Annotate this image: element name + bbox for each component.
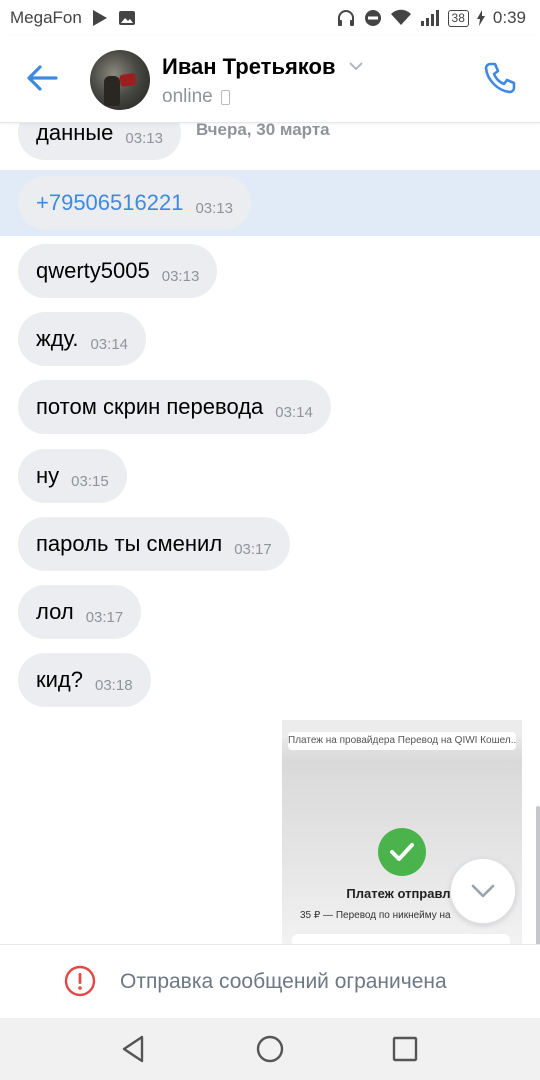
message-time: 03:13 — [195, 199, 233, 217]
play-store-icon — [92, 10, 107, 26]
charging-icon — [476, 10, 485, 26]
gallery-icon — [118, 11, 135, 25]
attachment-panel — [292, 934, 510, 944]
recent-apps-icon[interactable] — [387, 1031, 423, 1067]
message-row[interactable]: лол 03:17 — [0, 585, 540, 639]
message-time: 03:15 — [71, 472, 109, 490]
message-list[interactable]: данные 03:13 Вчера, 30 марта +7950651622… — [0, 122, 540, 944]
message-bubble[interactable]: qwerty5005 03:13 — [18, 244, 218, 298]
message-time: 03:14 — [90, 335, 129, 353]
message-time: 03:13 — [125, 129, 163, 147]
message-time: 03:17 — [85, 608, 124, 626]
message-bubble[interactable]: жду. 03:14 — [18, 312, 147, 366]
phone-call-icon[interactable] — [482, 60, 518, 96]
message-text: данные — [36, 122, 114, 145]
avatar[interactable] — [90, 50, 150, 110]
headphones-icon — [337, 10, 354, 26]
message-row[interactable]: ну 03:15 — [0, 449, 540, 503]
do-not-disturb-icon — [364, 10, 381, 26]
message-time: 03:17 — [234, 540, 272, 558]
attachment-subtitle: 35 ₽ — Перевод по никнейму на — [300, 910, 451, 921]
message-bubble[interactable]: +79506516221 03:13 — [18, 176, 251, 230]
carrier-label: MegaFon — [10, 8, 82, 27]
restriction-bar: Отправка сообщений ограничена — [0, 944, 540, 1019]
message-text: ну — [36, 463, 60, 488]
message-bubble[interactable]: кид? 03:18 — [18, 653, 151, 707]
warning-icon — [64, 965, 96, 997]
message-row[interactable]: пароль ты сменил 03:17 — [0, 517, 540, 571]
message-text: кид? — [36, 667, 83, 692]
battery-indicator: 38 — [447, 9, 469, 27]
message-row[interactable]: кид? 03:18 — [0, 653, 540, 707]
message-time: 03:18 — [95, 676, 133, 694]
message-text: qwerty5005 — [36, 258, 150, 283]
attachment-provider-card: Платеж на провайдера Перевод на QIWI Кош… — [288, 732, 516, 750]
message-bubble[interactable]: потом скрин перевода 03:14 — [18, 380, 331, 434]
message-row[interactable]: данные 03:13 Вчера, 30 марта — [0, 122, 540, 160]
back-icon[interactable] — [116, 1031, 152, 1067]
presence-status: online — [162, 86, 230, 108]
date-separator: Вчера, 30 марта — [196, 122, 330, 139]
message-time: 03:14 — [275, 403, 313, 421]
message-bubble[interactable]: лол 03:17 — [18, 585, 142, 639]
message-row[interactable]: qwerty5005 03:13 — [0, 244, 540, 298]
status-bar: MegaFon 38 0:39 — [0, 0, 540, 36]
restriction-text: Отправка сообщений ограничена — [120, 970, 447, 993]
signal-icon — [420, 10, 439, 26]
message-row-selected[interactable]: +79506516221 03:13 — [0, 170, 540, 236]
phone-link[interactable]: +79506516221 — [36, 190, 183, 216]
scroll-down-button[interactable] — [450, 858, 516, 924]
home-icon[interactable] — [252, 1031, 288, 1067]
message-row[interactable]: потом скрин перевода 03:14 — [0, 380, 540, 434]
message-bubble[interactable]: ну 03:15 — [18, 449, 127, 503]
contact-name[interactable]: Иван Третьяков — [162, 54, 336, 80]
clock: 0:39 — [492, 8, 526, 27]
message-text: пароль ты сменил — [36, 531, 223, 556]
message-text: жду. — [36, 326, 79, 351]
mobile-icon — [220, 89, 230, 105]
message-row[interactable]: жду. 03:14 — [0, 312, 540, 366]
message-bubble[interactable]: данные 03:13 — [18, 122, 181, 160]
message-time: 03:13 — [161, 267, 200, 285]
presence-label: online — [162, 86, 213, 107]
message-bubble[interactable]: пароль ты сменил 03:17 — [18, 517, 290, 571]
check-icon — [378, 828, 426, 876]
chevron-down-icon[interactable] — [348, 60, 364, 72]
chat-header: Иван Третьяков online — [0, 36, 540, 123]
message-text: лол — [36, 599, 74, 624]
scrollbar[interactable] — [536, 806, 540, 944]
wifi-icon — [390, 9, 411, 25]
message-text: потом скрин перевода — [36, 394, 264, 419]
back-arrow-icon[interactable] — [22, 58, 62, 98]
chevron-down-icon — [471, 884, 495, 898]
system-nav-bar — [0, 1018, 540, 1080]
